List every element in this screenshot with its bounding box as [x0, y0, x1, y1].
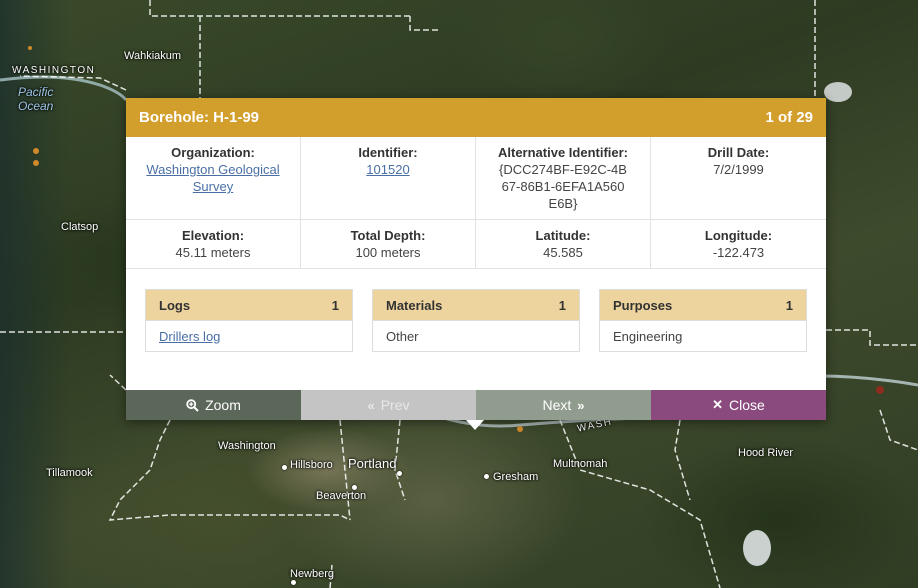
- map-label-hillsboro: Hillsboro: [290, 459, 333, 471]
- map-label-gresham: Gresham: [493, 471, 539, 483]
- info-organization: Organization: Washington Geological Surv…: [126, 137, 301, 220]
- map-label-washington-state: WASHINGTON: [12, 65, 96, 76]
- info-total-depth: Total Depth: 100 meters: [301, 220, 476, 268]
- map-label-tillamook: Tillamook: [46, 467, 93, 479]
- double-chevron-left-icon: «: [367, 397, 375, 413]
- next-label: Next: [542, 397, 572, 413]
- material-item: Other: [386, 328, 419, 344]
- city-dot-hillsboro: [282, 465, 287, 470]
- info-label: Organization:: [171, 145, 255, 160]
- borehole-marker[interactable]: [33, 148, 39, 154]
- close-label: Close: [729, 397, 765, 413]
- card-materials: Materials 1 Other: [372, 289, 580, 352]
- card-body: Other: [373, 321, 579, 351]
- info-value: 45.585: [543, 245, 583, 260]
- info-alt-identifier: Alternative Identifier: {DCC274BF-E92C-4…: [476, 137, 651, 220]
- map-label-multnomah: Multnomah: [553, 458, 608, 470]
- next-button[interactable]: Next »: [476, 390, 651, 420]
- borehole-marker[interactable]: [876, 386, 884, 394]
- info-value: -122.473: [712, 245, 765, 260]
- map-label-portland: Portland: [348, 456, 397, 471]
- map-label-washington-county: Washington: [218, 440, 276, 452]
- borehole-marker[interactable]: [33, 160, 39, 166]
- info-label: Longitude:: [704, 228, 773, 243]
- city-dot-newberg: [291, 580, 296, 585]
- info-label: Identifier:: [358, 145, 418, 160]
- card-title: Materials: [386, 297, 443, 313]
- card-body: Drillers log: [146, 321, 352, 351]
- map-label-hood-river: Hood River: [738, 447, 794, 459]
- drillers-log-link[interactable]: Drillers log: [159, 329, 220, 344]
- info-label: Drill Date:: [707, 145, 770, 160]
- popup-counter: 1 of 29: [765, 109, 813, 126]
- card-body: Engineering: [600, 321, 806, 351]
- prev-label: Prev: [380, 397, 410, 413]
- double-chevron-right-icon: »: [577, 397, 585, 413]
- info-value: 100 meters: [355, 245, 421, 260]
- info-value: {DCC274BF-E92C-4B67-86B1-6EFA1A560E6B}: [499, 162, 627, 211]
- purpose-item: Engineering: [613, 328, 683, 344]
- info-elevation: Elevation: 45.11 meters: [126, 220, 301, 268]
- card-purposes: Purposes 1 Engineering: [599, 289, 807, 352]
- zoom-in-icon: [186, 398, 199, 412]
- info-label: Total Depth:: [350, 228, 426, 243]
- info-value: 7/2/1999: [713, 162, 764, 177]
- organization-link[interactable]: Washington Geological Survey: [146, 162, 279, 194]
- info-identifier: Identifier: 101520: [301, 137, 476, 220]
- info-latitude: Latitude: 45.585: [476, 220, 651, 268]
- popup-actions: Zoom « Prev Next » ✕ Close: [126, 390, 826, 420]
- card-logs: Logs 1 Drillers log: [145, 289, 353, 352]
- card-count: 1: [558, 297, 566, 313]
- popup-header: Borehole: H-1-99 1 of 29: [126, 98, 826, 137]
- related-cards: Logs 1 Drillers log Materials 1 Other Pu…: [126, 269, 826, 352]
- city-dot-portland: [397, 471, 402, 476]
- info-value: 45.11 meters: [175, 245, 251, 260]
- card-header: Materials 1: [373, 290, 579, 321]
- info-grid: Organization: Washington Geological Surv…: [126, 137, 826, 269]
- close-button[interactable]: ✕ Close: [651, 390, 826, 420]
- card-header: Logs 1: [146, 290, 352, 321]
- info-label: Elevation:: [181, 228, 245, 243]
- prev-button[interactable]: « Prev: [301, 390, 476, 420]
- popup-title: Borehole: H-1-99: [139, 109, 260, 126]
- card-count: 1: [785, 297, 793, 313]
- zoom-label: Zoom: [205, 397, 241, 413]
- close-icon: ✕: [712, 397, 724, 412]
- borehole-marker[interactable]: [28, 46, 32, 50]
- city-dot-gresham: [484, 474, 489, 479]
- info-longitude: Longitude: -122.473: [651, 220, 826, 268]
- map-label-beaverton: Beaverton: [316, 490, 367, 502]
- card-count: 1: [331, 297, 339, 313]
- borehole-popup: Borehole: H-1-99 1 of 29 Organization: W…: [126, 98, 826, 420]
- borehole-marker[interactable]: [517, 426, 523, 432]
- info-label: Latitude:: [535, 228, 591, 243]
- info-label: Alternative Identifier:: [497, 145, 629, 160]
- info-drill-date: Drill Date: 7/2/1999: [651, 137, 826, 220]
- card-title: Purposes: [613, 297, 673, 313]
- card-header: Purposes 1: [600, 290, 806, 321]
- map-label-wahkiakum: Wahkiakum: [124, 50, 182, 62]
- popup-pointer: [466, 420, 484, 430]
- map-label-clatsop: Clatsop: [61, 221, 99, 233]
- card-title: Logs: [159, 297, 191, 313]
- identifier-link[interactable]: 101520: [366, 162, 409, 177]
- zoom-button[interactable]: Zoom: [126, 390, 301, 420]
- map-label-pacific-ocean: Pacific Ocean: [18, 85, 54, 113]
- map-label-newberg: Newberg: [290, 568, 335, 580]
